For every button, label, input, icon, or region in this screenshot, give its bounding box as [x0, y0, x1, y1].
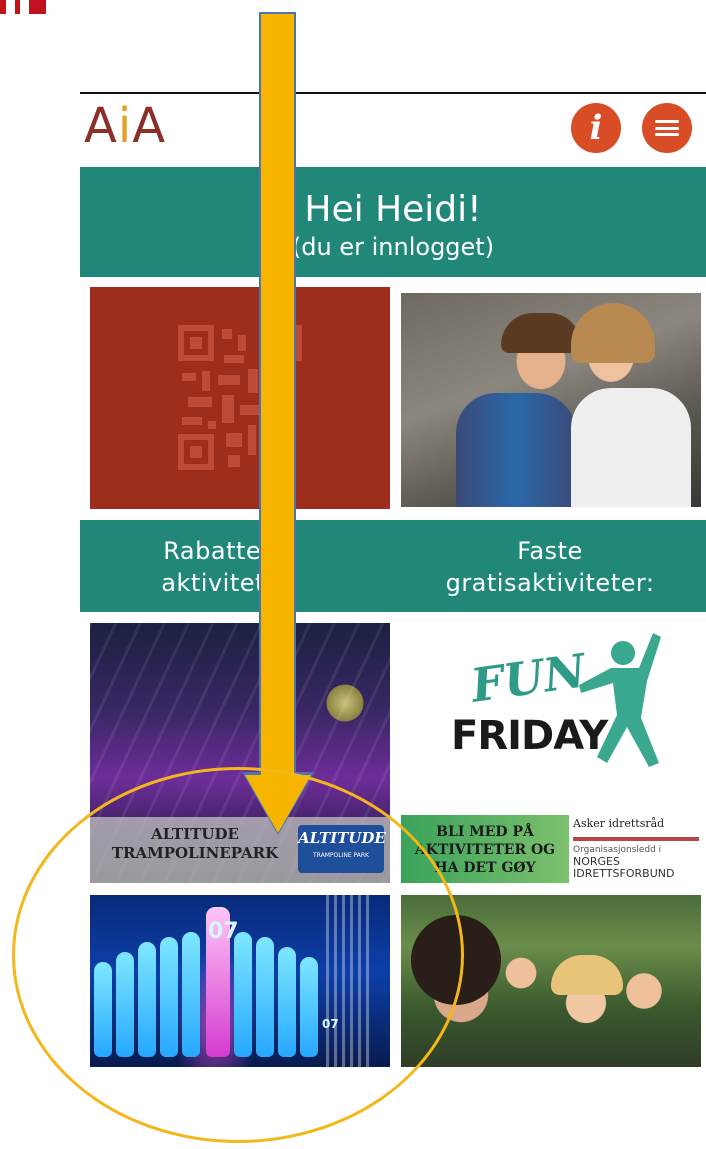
heading-line: Rabatterte	[163, 537, 297, 565]
hamburger-menu-icon	[655, 120, 679, 136]
kid-hair	[551, 955, 623, 995]
logo-letter-a1: A	[84, 98, 118, 154]
heading-line: Faste	[517, 537, 583, 565]
heading-line: aktiviteter:	[161, 569, 299, 597]
greeting-banner: Hei Heidi! (du er innlogget)	[80, 167, 706, 277]
asker-idrettsrad-logo: Asker idrettsråd Organisasjonsledd i NOR…	[573, 817, 699, 880]
teens-photo-tile[interactable]	[401, 293, 701, 507]
org-name: IDRETTSFORBUND	[573, 867, 675, 880]
teen-shirt	[456, 393, 576, 507]
org-title: Asker idrettsråd	[573, 817, 665, 830]
fun-friday-tile[interactable]: FUN FRIDAY	[401, 623, 701, 813]
qr-code-tile[interactable]	[90, 287, 390, 509]
category-band: Rabatterte aktiviteter: Faste gratisakti…	[80, 520, 706, 612]
free-activities-heading[interactable]: Faste gratisaktiviteter:	[400, 535, 700, 599]
friday-word: FRIDAY	[451, 713, 608, 759]
info-icon: i	[589, 108, 603, 148]
top-divider	[80, 92, 706, 94]
highlight-ellipse-annotation	[12, 767, 464, 1143]
heading-line: gratisaktiviteter:	[445, 569, 655, 597]
discounted-activities-heading[interactable]: Rabatterte aktiviteter:	[80, 535, 380, 599]
org-divider	[573, 837, 699, 841]
teen-hair	[571, 303, 655, 363]
greeting-title: Hei Heidi!	[304, 189, 482, 230]
aia-logo[interactable]: AiA	[84, 94, 166, 158]
menu-button[interactable]	[642, 103, 692, 153]
info-button[interactable]: i	[571, 103, 621, 153]
logo-letter-a2: A	[132, 98, 167, 154]
join-line: BLI MED PÅ	[436, 824, 534, 840]
teen-shirt	[571, 388, 691, 507]
sports-council-banner[interactable]: BLI MED PÅ AKTIVITETER OG HA DET GØY Ask…	[401, 815, 701, 883]
teen-hair	[501, 313, 581, 353]
corner-mark	[0, 0, 46, 14]
logo-letter-i: i	[117, 98, 133, 154]
login-status: (du er innlogget)	[291, 233, 495, 261]
down-arrow-annotation	[259, 12, 296, 777]
